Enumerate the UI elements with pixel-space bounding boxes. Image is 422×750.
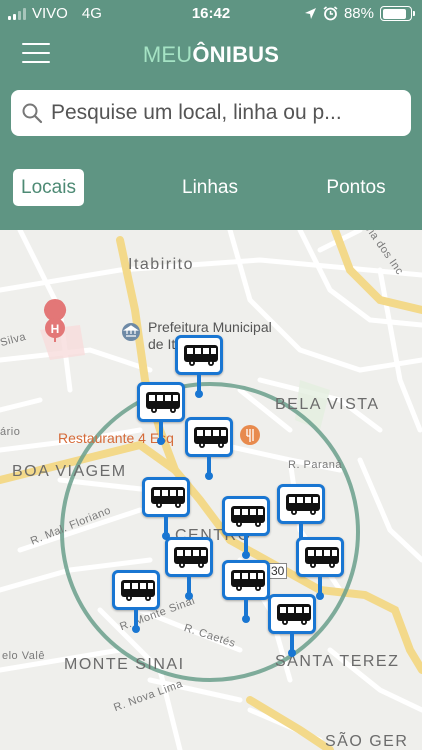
map-label-bela-vista: BELA VISTA	[275, 396, 380, 413]
map-label-itabirito: Itabirito	[128, 256, 194, 273]
bus-stop-box	[175, 335, 223, 375]
bus-stop-marker[interactable]	[296, 537, 344, 601]
status-bar: VIVO 4G 16:42 88%	[0, 0, 422, 28]
bus-icon	[146, 392, 180, 413]
search-placeholder: Pesquise um local, linha ou p...	[51, 101, 342, 124]
bus-icon	[121, 580, 155, 601]
logo-part-2: ÔNIBUS	[192, 42, 280, 67]
road-number-badge: 30	[268, 563, 288, 579]
tab-pontos[interactable]: Pontos	[316, 169, 396, 206]
bus-stop-box	[296, 537, 344, 577]
bus-stop-dot	[242, 551, 250, 559]
map-label-prefeitura: Prefeitura Municipal	[148, 319, 272, 335]
bus-stop-marker[interactable]	[185, 417, 233, 481]
bus-stop-dot	[195, 390, 203, 398]
bus-stop-marker[interactable]	[268, 594, 316, 658]
bus-stop-dot	[132, 625, 140, 633]
bus-stop-dot	[316, 592, 324, 600]
bus-stop-marker[interactable]	[165, 537, 213, 601]
bus-stop-box	[277, 484, 325, 524]
bus-stop-dot	[288, 649, 296, 657]
map-label-boa-viagem: BOA VIAGEM	[12, 463, 127, 480]
location-arrow-icon	[304, 8, 316, 19]
map-label-r-parana: R. Paraná	[288, 459, 343, 471]
bus-stop-box	[165, 537, 213, 577]
bus-stop-dot	[242, 615, 250, 623]
status-right: 88%	[304, 5, 415, 22]
bus-stop-dot	[185, 592, 193, 600]
bus-stop-dot	[157, 437, 165, 445]
bus-stop-box	[185, 417, 233, 457]
bus-stop-marker[interactable]	[112, 570, 160, 634]
search-icon	[22, 103, 43, 124]
bus-icon	[194, 427, 228, 448]
bus-stop-marker[interactable]	[137, 382, 185, 446]
app-logo: MEUÔNIBUS	[0, 42, 422, 68]
map-label-ario: ário	[0, 426, 21, 438]
bus-stop-box	[268, 594, 316, 634]
bus-icon	[231, 506, 265, 527]
battery-icon	[380, 6, 415, 21]
map-label-monte-sinai: MONTE SINAI	[64, 656, 185, 673]
bus-stop-marker[interactable]	[222, 496, 270, 560]
search-input[interactable]: Pesquise um local, linha ou p...	[11, 90, 411, 136]
tab-linhas[interactable]: Linhas	[170, 169, 250, 206]
bus-icon	[305, 547, 339, 568]
alarm-icon	[323, 6, 338, 21]
bus-stop-box	[112, 570, 160, 610]
bus-icon	[184, 345, 218, 366]
bus-stop-box	[142, 477, 190, 517]
restaurant-pin-icon	[240, 425, 260, 445]
bus-stop-dot	[205, 472, 213, 480]
svg-text:H: H	[51, 322, 60, 336]
bus-stop-box	[222, 496, 270, 536]
bus-icon	[277, 604, 311, 625]
tab-locais[interactable]: Locais	[13, 169, 84, 206]
logo-part-1: MEU	[142, 42, 193, 67]
bus-icon	[231, 570, 265, 591]
bus-icon	[174, 547, 208, 568]
map-label-belo-vale: elo Valê	[2, 650, 45, 662]
bus-stop-marker[interactable]	[142, 477, 190, 541]
app-header: MEUÔNIBUS	[0, 28, 422, 84]
map-label-sao-ger: SÃO GER	[325, 733, 409, 750]
bus-icon	[286, 494, 320, 515]
bus-stop-box	[137, 382, 185, 422]
bus-stop-marker[interactable]	[222, 560, 270, 624]
battery-percent: 88%	[343, 5, 374, 22]
map-view[interactable]: H Itabirito Prefeitura Municipal de Itab…	[0, 230, 422, 750]
bus-icon	[151, 487, 185, 508]
government-pin-icon	[122, 323, 140, 341]
tab-bar: Locais Linhas Pontos	[0, 142, 422, 230]
bus-stop-box	[222, 560, 270, 600]
